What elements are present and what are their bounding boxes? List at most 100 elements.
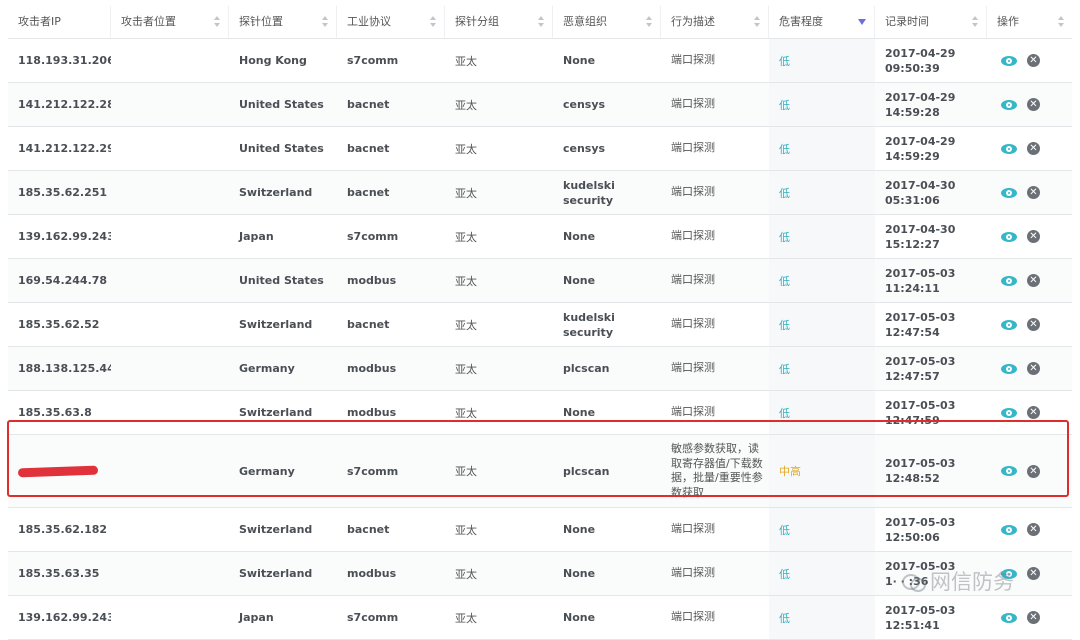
record-date: 2017-04-30 bbox=[885, 178, 956, 192]
protocol: s7comm bbox=[347, 464, 399, 478]
attacker-ip: 185.35.62.182 bbox=[18, 523, 108, 536]
eye-icon-pupil bbox=[1008, 147, 1010, 150]
cell-record-time: 2017-04-29 09:50:39 bbox=[875, 39, 987, 82]
sort-icon[interactable] bbox=[538, 16, 544, 28]
record-time: 2017-04-30 05:31:06 bbox=[885, 178, 955, 208]
close-circle-icon[interactable]: ✕ bbox=[1027, 186, 1040, 199]
close-circle-icon[interactable]: ✕ bbox=[1027, 54, 1040, 67]
sort-icon[interactable] bbox=[1058, 16, 1064, 28]
cell-attacker-ip: 185.35.62.182 bbox=[8, 508, 111, 551]
danger-level: 低 bbox=[779, 406, 790, 420]
sort-icon[interactable] bbox=[972, 16, 978, 28]
eye-icon[interactable] bbox=[1001, 99, 1017, 110]
sort-icon[interactable] bbox=[322, 16, 328, 28]
danger-level: 低 bbox=[779, 362, 790, 376]
malicious-org: None bbox=[563, 230, 596, 243]
cell-danger-level: 低 bbox=[769, 391, 875, 434]
close-circle-icon[interactable]: ✕ bbox=[1027, 611, 1040, 624]
cell-probe-location: Japan bbox=[229, 215, 337, 258]
table-row: 185.35.63.35 Switzerland modbus 亚太 None 端口探测 低… bbox=[8, 552, 1072, 596]
close-circle-icon[interactable]: ✕ bbox=[1027, 567, 1040, 580]
record-date: 2017-04-29 bbox=[885, 134, 956, 148]
danger-level: 低 bbox=[779, 274, 790, 288]
eye-icon[interactable] bbox=[1001, 319, 1017, 330]
cell-probe-location: Switzerland bbox=[229, 391, 337, 434]
column-header-actions[interactable]: 操作 bbox=[987, 6, 1072, 38]
eye-icon[interactable] bbox=[1001, 363, 1017, 374]
probe-location: Japan bbox=[239, 230, 274, 243]
sort-icon[interactable] bbox=[754, 16, 760, 28]
sort-icon[interactable] bbox=[430, 16, 436, 28]
cell-probe-location: United States bbox=[229, 259, 337, 302]
column-header-malicious-org[interactable]: 恶意组织 bbox=[553, 6, 661, 38]
column-header-attacker-location[interactable]: 攻击者位置 bbox=[111, 6, 229, 38]
eye-icon-pupil bbox=[1008, 411, 1010, 414]
cell-attacker-location bbox=[111, 552, 229, 595]
cell-danger-level: 低 bbox=[769, 596, 875, 639]
sort-desc-icon[interactable] bbox=[858, 19, 866, 25]
cell-probe-location: Switzerland bbox=[229, 303, 337, 346]
cell-attacker-location bbox=[111, 303, 229, 346]
eye-icon[interactable] bbox=[1001, 612, 1017, 623]
eye-icon[interactable] bbox=[1001, 231, 1017, 242]
cell-actions: ✕ bbox=[987, 435, 1072, 507]
close-circle-icon[interactable]: ✕ bbox=[1027, 406, 1040, 419]
column-header-record-time[interactable]: 记录时间 bbox=[875, 6, 987, 38]
close-circle-icon[interactable]: ✕ bbox=[1027, 230, 1040, 243]
probe-location: Germany bbox=[239, 362, 295, 375]
sort-icon[interactable] bbox=[214, 16, 220, 28]
column-header-protocol[interactable]: 工业协议 bbox=[337, 6, 445, 38]
eye-icon[interactable] bbox=[1001, 143, 1017, 154]
eye-icon-pupil bbox=[1008, 528, 1010, 531]
column-header-behavior[interactable]: 行为描述 bbox=[661, 6, 769, 38]
cell-probe-group: 亚太 bbox=[445, 83, 553, 126]
cell-record-time: 2017-05-03 12:50:06 bbox=[875, 508, 987, 551]
malicious-org: censys bbox=[563, 142, 606, 155]
close-circle-icon[interactable]: ✕ bbox=[1027, 318, 1040, 331]
column-header-probe-location[interactable]: 探针位置 bbox=[229, 6, 337, 38]
table-row: 118.193.31.206 Hong Kong s7comm 亚太 None 端口探测 低… bbox=[8, 39, 1072, 83]
close-circle-icon[interactable]: ✕ bbox=[1027, 464, 1040, 478]
probe-location: Switzerland bbox=[239, 523, 313, 536]
cell-probe-location: Japan bbox=[229, 596, 337, 639]
record-date: 2017-05-03 bbox=[885, 310, 956, 324]
eye-icon[interactable] bbox=[1001, 524, 1017, 535]
eye-icon[interactable] bbox=[1001, 55, 1017, 66]
column-header-danger-level[interactable]: 危害程度 bbox=[769, 6, 875, 38]
cell-probe-location: Germany bbox=[229, 347, 337, 390]
behavior-description: 端口探测 bbox=[671, 53, 715, 67]
record-time: 2017-04-29 14:59:28 bbox=[885, 90, 955, 120]
cell-probe-group: 亚太 bbox=[445, 39, 553, 82]
eye-icon[interactable] bbox=[1001, 187, 1017, 198]
sort-icon[interactable] bbox=[646, 16, 652, 28]
cell-attacker-ip: 185.35.62.251 bbox=[8, 171, 111, 214]
cell-malicious-org: censys bbox=[553, 83, 661, 126]
cell-protocol: modbus bbox=[337, 347, 445, 390]
record-clock: 15:12:27 bbox=[885, 237, 940, 251]
probe-group: 亚太 bbox=[455, 186, 477, 200]
close-circle-icon[interactable]: ✕ bbox=[1027, 523, 1040, 536]
cell-attacker-location bbox=[111, 259, 229, 302]
record-time: 2017-05-03 12:51:41 bbox=[885, 603, 955, 633]
danger-level: 低 bbox=[779, 611, 790, 625]
column-header-probe-group[interactable]: 探针分组 bbox=[445, 6, 553, 38]
column-header-label: 记录时间 bbox=[885, 15, 929, 28]
eye-icon-pupil bbox=[1008, 279, 1010, 282]
protocol: bacnet bbox=[347, 318, 390, 331]
eye-icon[interactable] bbox=[1001, 275, 1017, 286]
close-circle-icon[interactable]: ✕ bbox=[1027, 362, 1040, 375]
record-time: 2017-05-03 1· · :36 bbox=[885, 559, 955, 589]
eye-icon[interactable] bbox=[1001, 568, 1017, 579]
table-header: 攻击者IP 攻击者位置 探针位置 工业协议 探针分组 恶意组织 行为描述 危害程度 记录时间 操作 bbox=[8, 6, 1072, 39]
eye-icon-pupil bbox=[1008, 59, 1010, 62]
cell-attacker-location bbox=[111, 596, 229, 639]
cell-actions: ✕ bbox=[987, 83, 1072, 126]
eye-icon[interactable] bbox=[1001, 466, 1017, 476]
record-date: 2017-05-03 bbox=[885, 398, 956, 412]
probe-location: United States bbox=[239, 274, 324, 287]
eye-icon[interactable] bbox=[1001, 407, 1017, 418]
close-circle-icon[interactable]: ✕ bbox=[1027, 98, 1040, 111]
column-header-label: 攻击者位置 bbox=[121, 15, 176, 28]
close-circle-icon[interactable]: ✕ bbox=[1027, 274, 1040, 287]
close-circle-icon[interactable]: ✕ bbox=[1027, 142, 1040, 155]
